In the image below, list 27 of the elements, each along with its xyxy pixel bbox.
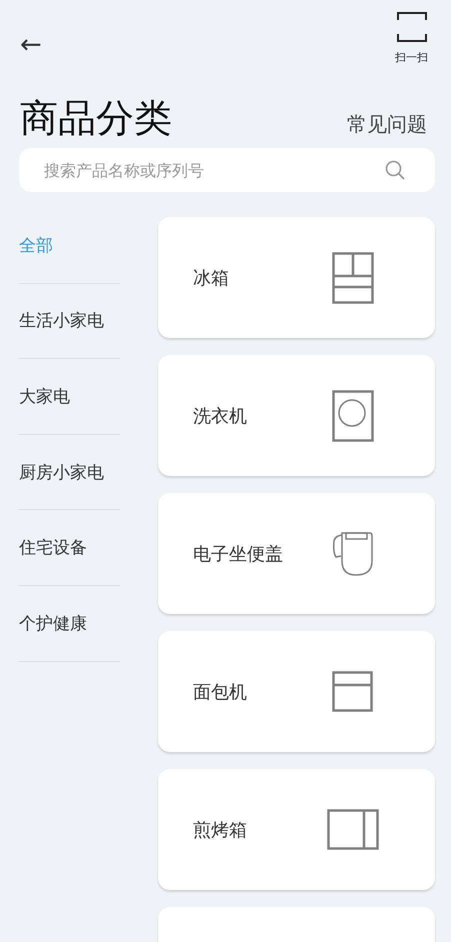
scan-icon [396, 12, 426, 42]
toilet-seat-icon [332, 530, 374, 576]
category-item[interactable]: 住宅设备 [19, 510, 120, 586]
bread-maker-icon [332, 670, 374, 712]
back-button[interactable]: ← [20, 32, 42, 58]
category-item[interactable]: 大家电 [19, 359, 120, 435]
search-icon [385, 160, 405, 180]
scan-button[interactable]: 扫一扫 [395, 12, 428, 65]
category-item[interactable]: 生活小家电 [19, 284, 120, 360]
product-name: 面包机 [193, 680, 247, 704]
oven-icon [327, 808, 379, 850]
product-card[interactable]: 面包机 [158, 631, 435, 752]
product-card[interactable]: 洗衣机 [158, 355, 435, 476]
category-item[interactable]: 个护健康 [19, 586, 120, 662]
product-name: 冰箱 [193, 266, 229, 290]
faq-link[interactable]: 常见问题 [347, 111, 427, 138]
fridge-icon [332, 252, 374, 304]
product-name: 电子坐便盖 [193, 542, 283, 566]
product-card[interactable]: 电子坐便盖 [158, 493, 435, 614]
search-field[interactable]: 搜索产品名称或序列号 [19, 148, 435, 192]
washing-machine-icon [332, 390, 374, 442]
category-item[interactable]: 厨房小家电 [19, 434, 120, 510]
product-name: 煎烤箱 [193, 818, 247, 842]
page-title: 商品分类 [20, 95, 172, 142]
product-name: 洗衣机 [193, 404, 247, 428]
product-card[interactable]: 冰箱 [158, 217, 435, 338]
product-card[interactable]: 煎烤箱 [158, 769, 435, 890]
